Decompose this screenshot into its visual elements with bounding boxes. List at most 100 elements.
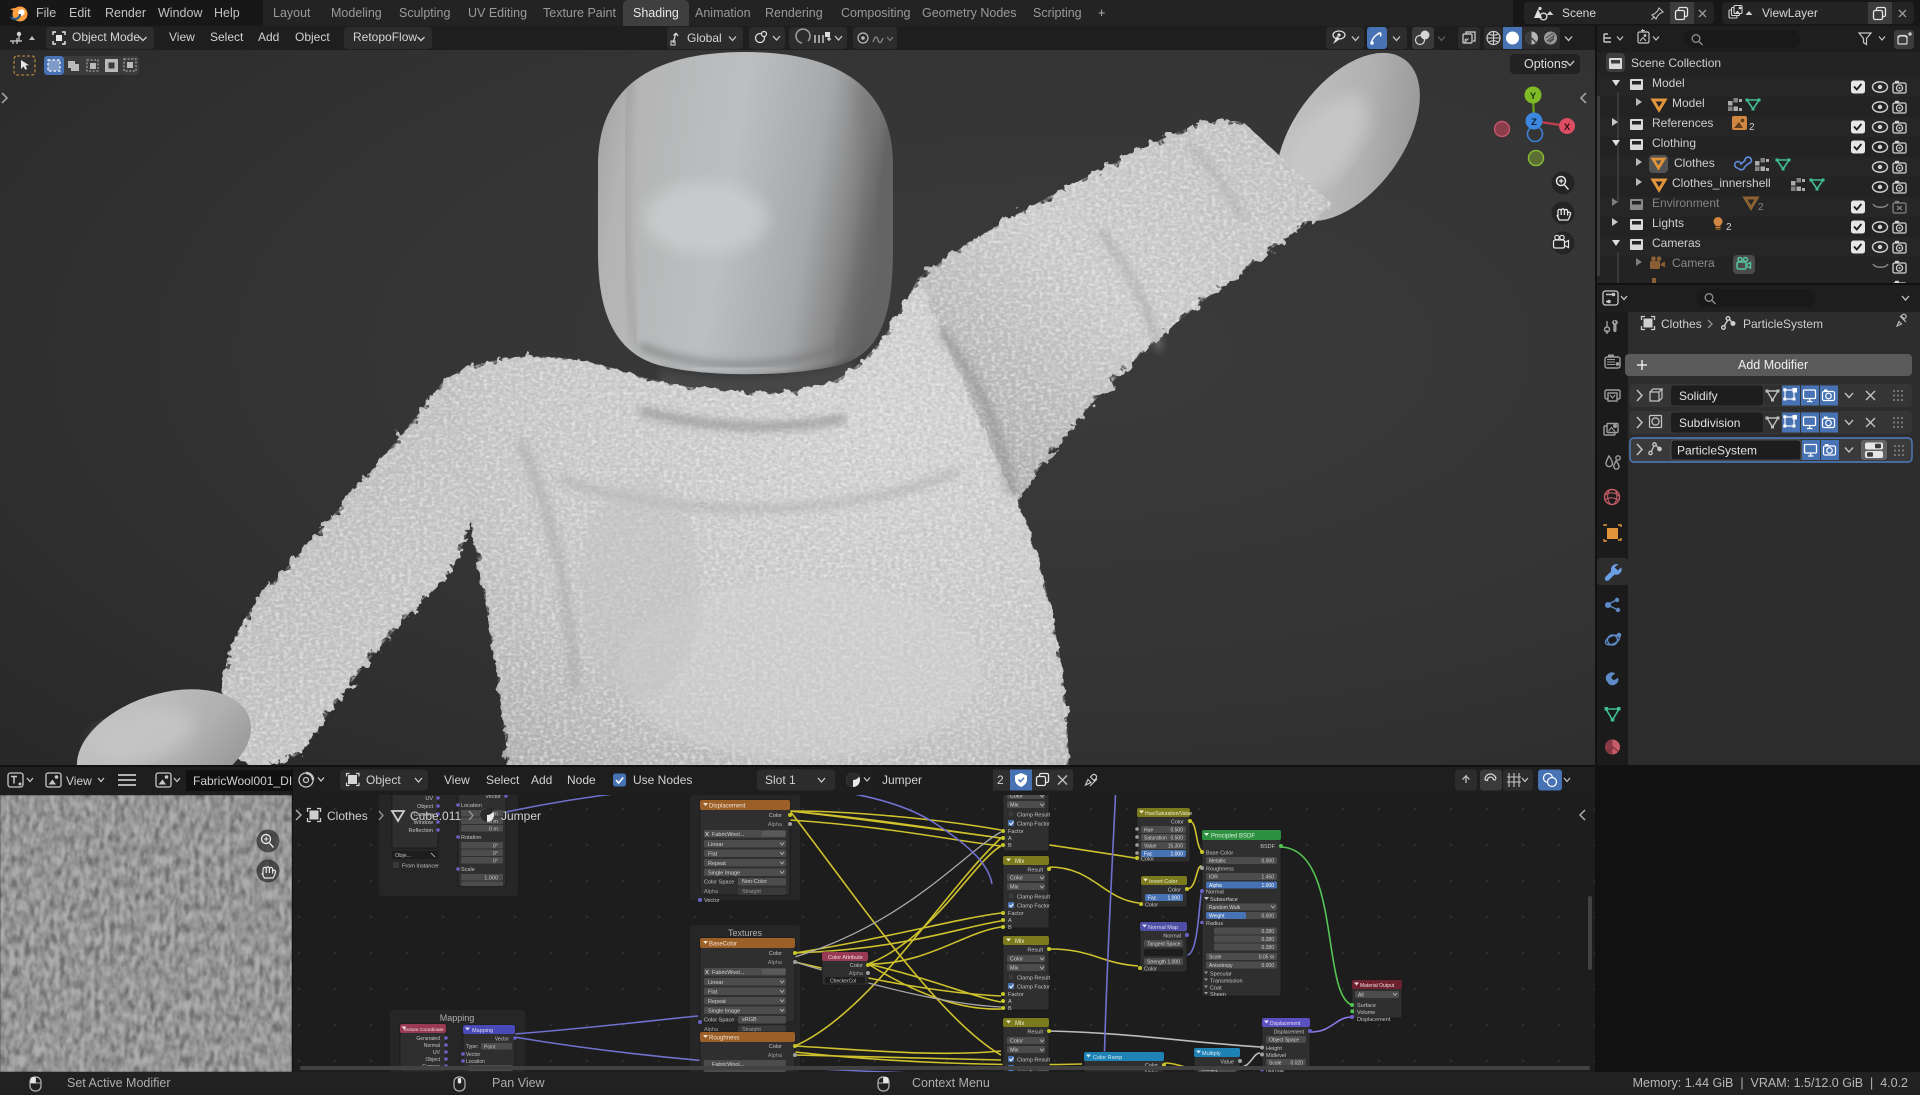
svg-text:Base Color: Base Color bbox=[1206, 851, 1233, 857]
svg-text:Generated: Generated bbox=[416, 1036, 440, 1042]
svg-text:Volume: Volume bbox=[1357, 1010, 1375, 1016]
svg-text:1.000: 1.000 bbox=[1170, 852, 1183, 858]
svg-text:Clothes: Clothes bbox=[1661, 317, 1702, 331]
svg-text:Subsurface: Subsurface bbox=[1210, 897, 1238, 903]
svg-text:Use Nodes: Use Nodes bbox=[633, 773, 692, 787]
svg-text:Sheen: Sheen bbox=[1210, 992, 1226, 998]
svg-text:Global: Global bbox=[687, 31, 722, 45]
svg-text:UV: UV bbox=[425, 796, 433, 802]
svg-text:Options: Options bbox=[1524, 57, 1567, 71]
svg-text:0°: 0° bbox=[493, 859, 498, 865]
svg-text:0.500: 0.500 bbox=[1170, 828, 1183, 834]
svg-text:Color: Color bbox=[1171, 820, 1184, 826]
svg-text:1.000: 1.000 bbox=[1167, 960, 1180, 966]
svg-text:Saturation: Saturation bbox=[1144, 836, 1167, 842]
svg-text:Roughness: Roughness bbox=[709, 1036, 739, 1042]
svg-text:Reflection: Reflection bbox=[409, 828, 433, 834]
svg-text:Alpha: Alpha bbox=[768, 1053, 783, 1059]
svg-text:0°: 0° bbox=[493, 851, 498, 857]
svg-text:Mapping: Mapping bbox=[440, 1013, 475, 1023]
svg-text:Location: Location bbox=[466, 1059, 485, 1065]
svg-text:Type:: Type: bbox=[466, 1044, 478, 1050]
svg-text:Surface: Surface bbox=[1357, 1003, 1376, 1009]
svg-text:Rotation: Rotation bbox=[461, 835, 482, 841]
svg-text:2: 2 bbox=[1726, 222, 1732, 233]
svg-text:Clothes: Clothes bbox=[1674, 156, 1715, 170]
svg-text:Obje...: Obje... bbox=[395, 853, 412, 859]
svg-text:Color: Color bbox=[1145, 903, 1158, 909]
svg-text:Mix: Mix bbox=[1015, 1021, 1024, 1027]
svg-text:Subdivision: Subdivision bbox=[1679, 416, 1740, 430]
svg-text:15.300: 15.300 bbox=[1168, 844, 1184, 850]
svg-text:Camera: Camera bbox=[1672, 256, 1715, 270]
svg-text:CheckerCol: CheckerCol bbox=[830, 979, 856, 985]
svg-text:FabricWool001_DI: FabricWool001_DI bbox=[193, 774, 292, 788]
svg-text:Vector: Vector bbox=[495, 1037, 510, 1043]
svg-text:2: 2 bbox=[1758, 202, 1764, 213]
svg-text:Scene Collection: Scene Collection bbox=[1631, 56, 1721, 70]
svg-text:Jumper: Jumper bbox=[501, 809, 541, 823]
svg-text:View: View bbox=[444, 773, 470, 787]
svg-text:Normal Map: Normal Map bbox=[1148, 925, 1178, 931]
svg-text:Specular: Specular bbox=[1210, 972, 1232, 978]
svg-text:Color: Color bbox=[769, 1044, 782, 1050]
svg-text:0°: 0° bbox=[493, 844, 498, 850]
svg-text:From Instancer: From Instancer bbox=[402, 864, 439, 870]
svg-text:References: References bbox=[1652, 116, 1713, 130]
svg-text:Vector: Vector bbox=[466, 1052, 481, 1058]
svg-text:Midlevel: Midlevel bbox=[1266, 1053, 1286, 1059]
svg-text:Value: Value bbox=[1220, 1060, 1234, 1066]
svg-text:Invert Color: Invert Color bbox=[1149, 879, 1178, 885]
svg-text:2: 2 bbox=[997, 773, 1004, 787]
svg-text:Normal: Normal bbox=[1163, 934, 1181, 940]
svg-text:Weight: Weight bbox=[1209, 914, 1225, 920]
svg-text:Color Ramp: Color Ramp bbox=[1093, 1055, 1122, 1061]
svg-text:ParticleSystem: ParticleSystem bbox=[1677, 444, 1757, 458]
svg-text:Object Space: Object Space bbox=[1269, 1038, 1299, 1044]
svg-text:Principled BSDF: Principled BSDF bbox=[1211, 834, 1255, 840]
svg-text:Cameras: Cameras bbox=[1652, 236, 1701, 250]
svg-text:Height: Height bbox=[1266, 1046, 1282, 1052]
svg-text:Strength: Strength bbox=[1147, 960, 1166, 966]
svg-text:Material Output: Material Output bbox=[1360, 983, 1395, 989]
svg-text:Result: Result bbox=[1027, 1030, 1043, 1036]
svg-text:Model: Model bbox=[1672, 96, 1705, 110]
svg-text:0.280: 0.280 bbox=[1261, 929, 1274, 935]
svg-text:Result: Result bbox=[1027, 868, 1043, 874]
svg-text:0.500: 0.500 bbox=[1170, 836, 1183, 842]
svg-text:sRGB: sRGB bbox=[742, 1017, 757, 1023]
svg-text:Object: Object bbox=[426, 1057, 441, 1063]
svg-text:Mix: Mix bbox=[1015, 859, 1024, 865]
svg-text:Clothes: Clothes bbox=[327, 809, 368, 823]
svg-text:Jumper: Jumper bbox=[882, 773, 922, 787]
svg-text:Displacement: Displacement bbox=[1357, 1017, 1391, 1023]
svg-text:0.280: 0.280 bbox=[1261, 937, 1274, 943]
svg-text:Displacement: Displacement bbox=[1270, 1021, 1301, 1027]
svg-text:Normal: Normal bbox=[424, 1043, 440, 1049]
svg-text:Alpha: Alpha bbox=[1209, 883, 1222, 889]
svg-text:View: View bbox=[66, 774, 92, 788]
svg-text:1.450: 1.450 bbox=[1261, 875, 1274, 881]
svg-text:0.000: 0.000 bbox=[1261, 963, 1274, 969]
svg-text:Add: Add bbox=[531, 773, 552, 787]
svg-text:Object: Object bbox=[366, 773, 401, 787]
svg-text:Displacement: Displacement bbox=[709, 804, 746, 810]
svg-text:Clothes_innershell: Clothes_innershell bbox=[1672, 176, 1771, 190]
svg-text:Result: Result bbox=[1027, 948, 1043, 954]
svg-text:Multiply: Multiply bbox=[1202, 1051, 1221, 1057]
svg-text:Point: Point bbox=[484, 1045, 496, 1051]
svg-text:Random Walk: Random Walk bbox=[1209, 905, 1241, 911]
svg-text:ParticleSystem: ParticleSystem bbox=[1743, 317, 1823, 331]
svg-text:1.000: 1.000 bbox=[1167, 896, 1180, 902]
svg-text:Location: Location bbox=[461, 803, 482, 809]
svg-text:Y: Y bbox=[1530, 91, 1537, 102]
svg-text:Z: Z bbox=[1531, 117, 1537, 128]
svg-text:Scale: Scale bbox=[1269, 1061, 1282, 1067]
svg-text:Hue: Hue bbox=[1144, 828, 1153, 834]
svg-text:Node: Node bbox=[567, 773, 596, 787]
svg-text:Metallic: Metallic bbox=[1209, 859, 1226, 865]
svg-text:Cube.011: Cube.011 bbox=[410, 809, 461, 823]
svg-text:IOR: IOR bbox=[1209, 875, 1218, 881]
svg-text:Clothing: Clothing bbox=[1652, 136, 1696, 150]
svg-text:0 m: 0 m bbox=[489, 827, 499, 833]
